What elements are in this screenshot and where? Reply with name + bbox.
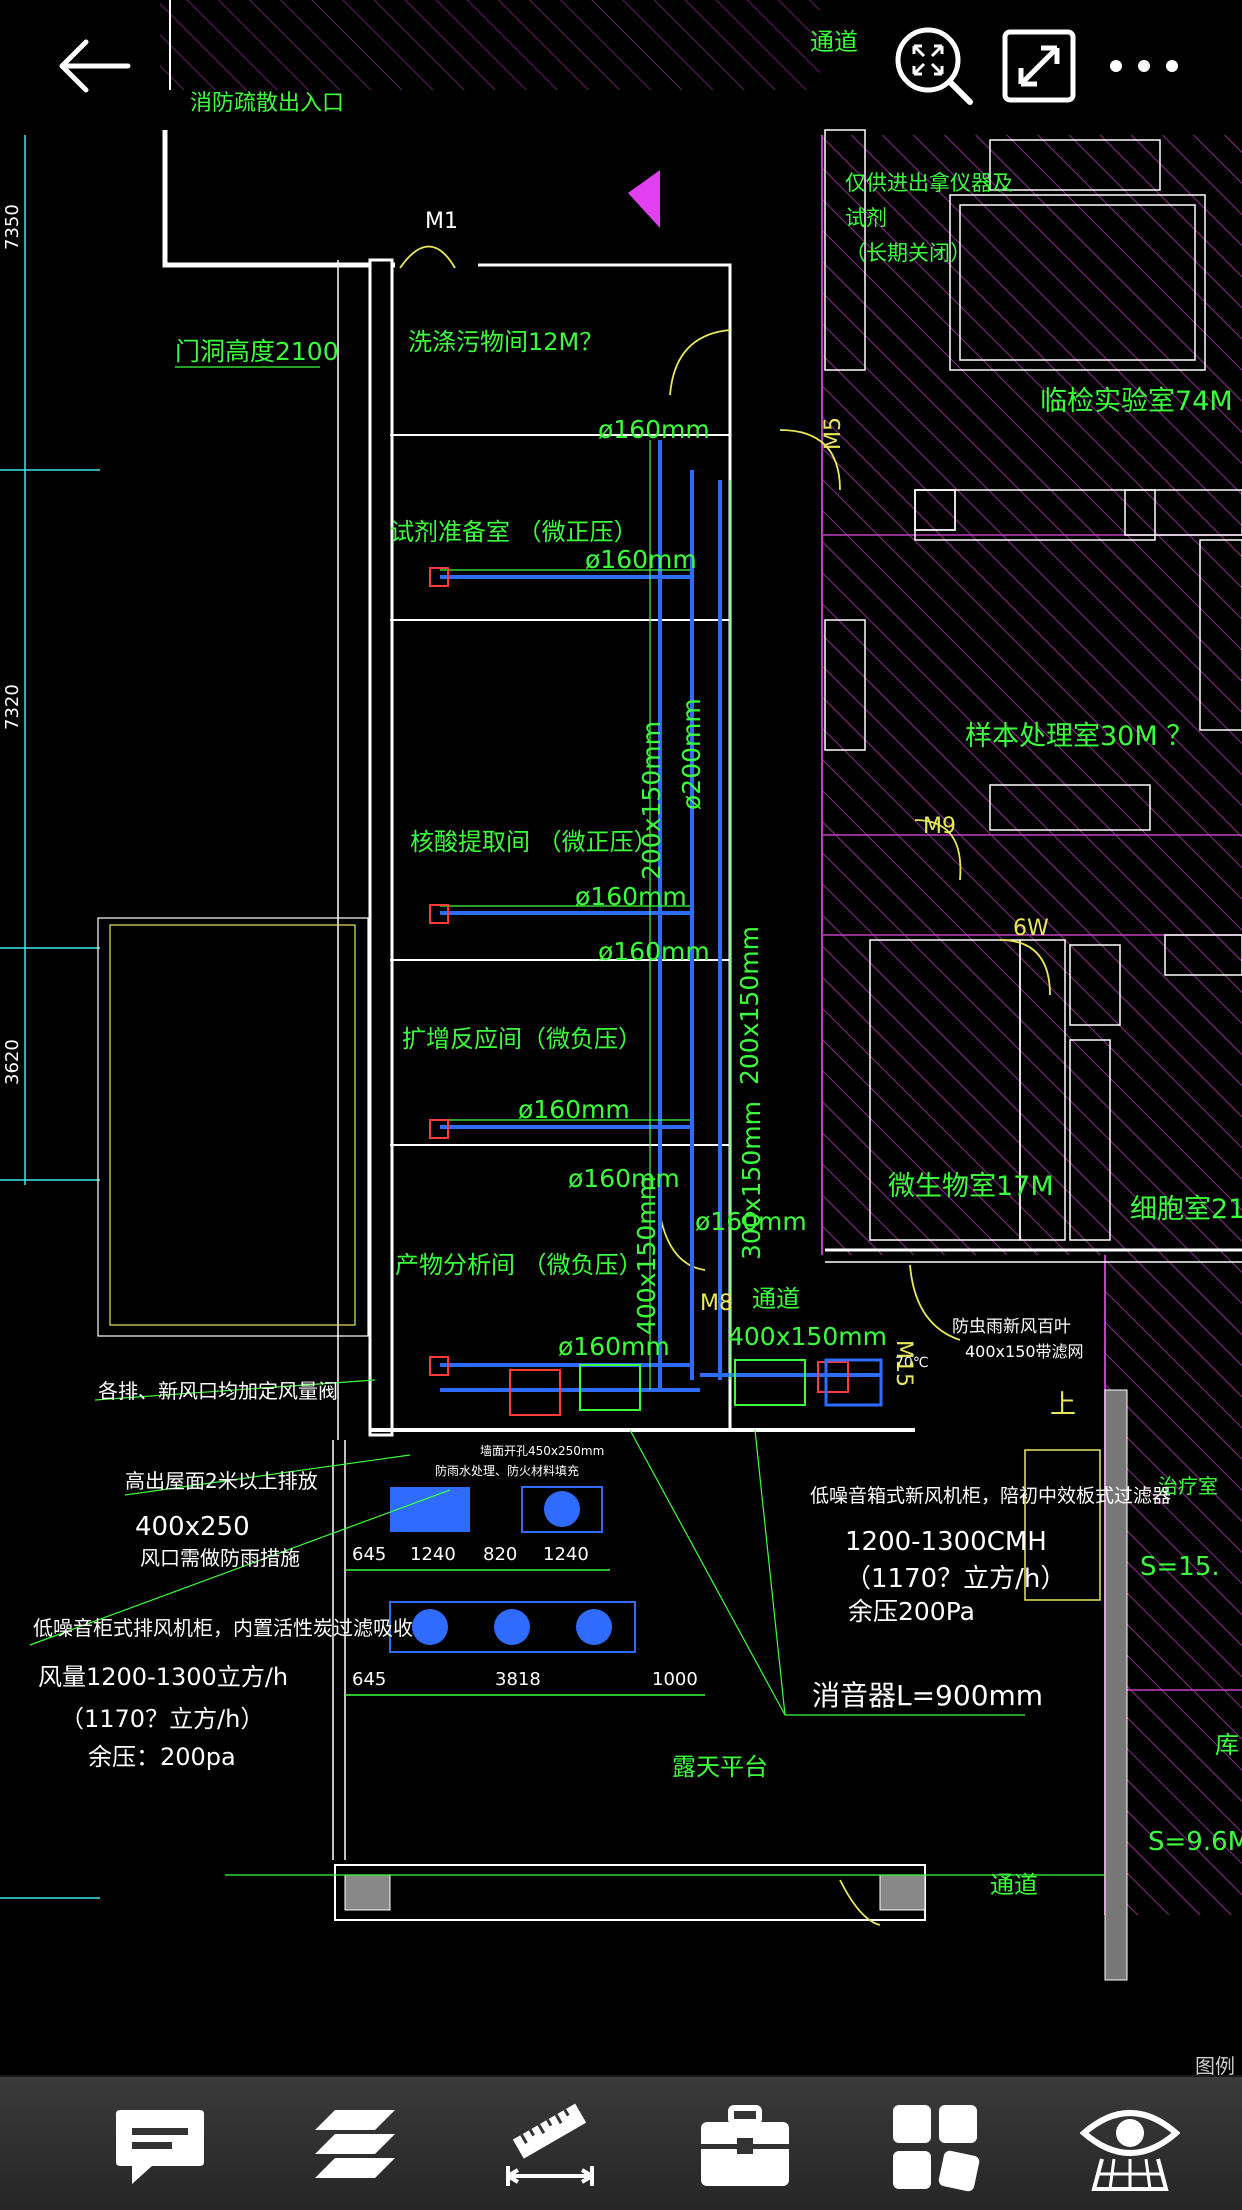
duct-label-9: 400x150mm [728,1322,887,1351]
dim-left-1: 7350 [2,204,23,250]
room-sample-label: 样本处理室30M ？ [965,721,1193,752]
legend-note: 图例 [1195,2054,1235,2075]
passage-label-2: 通道 [990,1871,1038,1899]
room-clinical-label: 临检实验室74M ？ [1040,386,1242,417]
room-amplify-label: 扩增反应间（微负压） [402,1025,642,1053]
passage-label-1: 通道 [752,1285,800,1313]
duct-label-1: ø160mm [598,415,710,444]
duct-label-10: 200x150mm [637,721,666,880]
roof-note-3: 风口需做防雨措施 [140,1546,300,1570]
room-terrace-label: 露天平台 [672,1753,768,1781]
area-note-1: S=15. [1140,1552,1220,1582]
exhaust-note-2: 风量1200-1300立方/h [38,1663,288,1691]
duct-label-8: ø160mm [558,1332,670,1361]
silencer-note: 消音器L=900mm [812,1679,1043,1712]
fresh-note-2: 1200-1300CMH [845,1527,1047,1557]
instrument-note-2: 试剂 [845,206,887,230]
widgets-icon[interactable] [880,2097,990,2197]
room-micro-label: 微生物室17M [888,1171,1054,1202]
damper-note: 各排、新风口均加定风量阀 [98,1379,338,1403]
fresh-note-1: 低噪音箱式新风机柜，陪初中效板式过滤器 [810,1485,1171,1507]
view-icon[interactable] [1075,2097,1185,2197]
duct-label-6: ø160mm [568,1164,680,1193]
instrument-note-3: （长期关闭） [845,241,971,265]
room-storage-label: 库 [1215,1731,1239,1759]
instrument-note-1: 仅供进出拿仪器及 [845,171,1013,195]
duct-label-11: 200x150mm [735,926,764,1085]
exhaust-note-1: 低噪音柜式排风机柜，内置活性炭过滤吸收 [33,1616,413,1640]
area-note-2: S=9.6M [1148,1827,1242,1857]
dim-g: 1000 [652,1669,698,1690]
room-nucleic-label: 核酸提取间 （微正压） [410,828,658,856]
top-toolbar [0,0,1242,130]
dim-c: 820 [483,1544,517,1565]
door-height-note: 门洞高度2100 [175,337,339,366]
more-icon[interactable] [1100,22,1188,110]
dim-f: 3818 [495,1669,541,1690]
duct-label-5: ø160mm [518,1095,630,1124]
duct-label-13: 300x150mm [737,1101,766,1260]
roof-note-1: 高出屋面2米以上排放 [125,1469,318,1493]
door-m8-label: M8 [700,1291,733,1316]
bottom-toolbar [0,2075,1242,2210]
fullscreen-icon[interactable] [995,22,1083,110]
wall-hole-note-2: 防雨水处理、防火材料填充 [435,1463,579,1478]
room-reagent-label: 试剂准备室 （微正压） [390,518,638,546]
layers-icon[interactable] [300,2097,410,2197]
cad-drawing-canvas[interactable]: 洗涤污物间12M？ 试剂准备室 （微正压） 核酸提取间 （微正压） 扩增反应间（… [0,0,1242,2075]
dim-a: 645 [352,1544,386,1565]
back-arrow-icon[interactable] [50,22,138,110]
exhaust-note-3: （1170？立方/h） [60,1705,264,1733]
door-6w-label: 6W [1013,916,1049,941]
comment-icon[interactable] [105,2097,215,2197]
door-m5-label: M5 [821,417,846,450]
dim-d: 1240 [543,1544,589,1565]
duct-label-4: ø160mm [598,937,710,966]
wall-hole-note-1: 墙面开孔450x250mm [480,1444,604,1458]
fresh-note-4: 余压200Pa [848,1597,975,1626]
roof-note-2: 400x250 [135,1512,250,1542]
duct-label-2: ø160mm [585,545,697,574]
fresh-note-3: （1170？立方/h） [845,1564,1066,1594]
exhaust-note-4: 余压：200pa [88,1743,236,1771]
toolbox-icon[interactable] [690,2097,800,2197]
dim-e: 645 [352,1669,386,1690]
dim-left-3: 3620 [2,1039,23,1085]
room-cell-label: 细胞室21M [1130,1194,1242,1225]
room-analysis-label: 产物分析间 （微负压） [395,1251,643,1279]
dim-left-2: 7320 [2,684,23,730]
dim-b: 1240 [410,1544,456,1565]
insect-note-2: 400x150带滤网 [965,1342,1084,1361]
insect-note-1: 防虫雨新风百叶 [952,1317,1071,1337]
up-note: 上 [1050,1390,1076,1420]
door-m1-label: M1 [425,209,458,234]
door-m9-label: M9 [923,814,956,839]
zoom-extents-icon[interactable] [890,22,978,110]
duct-label-3: ø160mm [575,882,687,911]
duct-label-14: ø200mm [677,698,706,810]
door-m15-label: M15 [891,1340,916,1387]
duct-label-12: 400x150mm [632,1176,661,1335]
measure-icon[interactable] [495,2097,605,2197]
room-wash-label: 洗涤污物间12M？ [408,328,603,356]
